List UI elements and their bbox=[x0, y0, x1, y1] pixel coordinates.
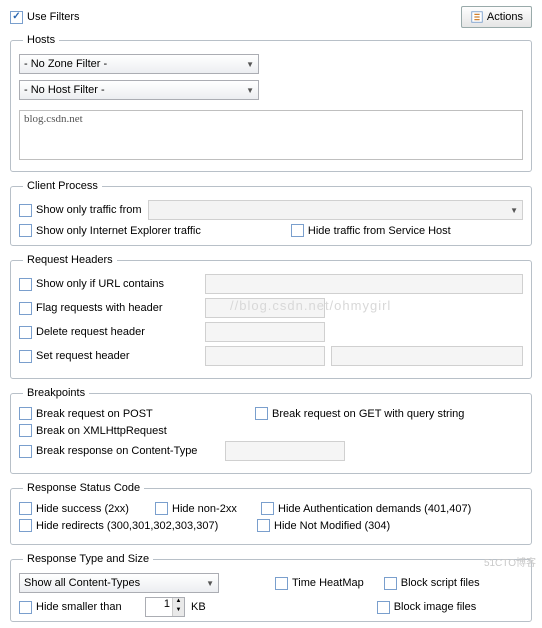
size-value: 1 bbox=[164, 598, 170, 610]
show-only-ie-checkbox[interactable] bbox=[19, 224, 32, 237]
host-filter-value: - No Host Filter - bbox=[24, 84, 105, 96]
break-post-label: Break request on POST bbox=[36, 408, 153, 420]
size-unit-label: KB bbox=[191, 601, 206, 613]
hide-auth-checkbox[interactable] bbox=[261, 502, 274, 515]
host-filter-select[interactable]: - No Host Filter - ▼ bbox=[19, 80, 259, 100]
hide-auth-label: Hide Authentication demands (401,407) bbox=[278, 503, 471, 515]
response-status-legend: Response Status Code bbox=[23, 482, 144, 494]
chevron-down-icon: ▼ bbox=[206, 579, 214, 588]
actions-button[interactable]: Actions bbox=[461, 6, 532, 28]
break-get-qs-checkbox[interactable] bbox=[255, 407, 268, 420]
show-only-url-label: Show only if URL contains bbox=[36, 278, 164, 290]
response-type-legend: Response Type and Size bbox=[23, 553, 153, 565]
request-headers-group: Request Headers Show only if URL contain… bbox=[10, 254, 532, 379]
hosts-textarea[interactable] bbox=[19, 110, 523, 160]
time-heatmap-label: Time HeatMap bbox=[292, 577, 364, 589]
set-header-name-input[interactable] bbox=[205, 346, 325, 366]
delete-header-label: Delete request header bbox=[36, 326, 145, 338]
break-xhr-checkbox[interactable] bbox=[19, 424, 32, 437]
set-header-value-input[interactable] bbox=[331, 346, 523, 366]
hide-smaller-checkbox[interactable] bbox=[19, 601, 32, 614]
breakpoints-legend: Breakpoints bbox=[23, 387, 89, 399]
break-ct-input[interactable] bbox=[225, 441, 345, 461]
time-heatmap-checkbox[interactable] bbox=[275, 577, 288, 590]
hide-service-host-checkbox[interactable] bbox=[291, 224, 304, 237]
flag-header-checkbox[interactable] bbox=[19, 302, 32, 315]
spin-down-icon[interactable]: ▼ bbox=[172, 607, 184, 616]
spin-up-icon[interactable]: ▲ bbox=[172, 598, 184, 607]
hide-2xx-label: Hide success (2xx) bbox=[36, 503, 129, 515]
hosts-group: Hosts - No Zone Filter - ▼ - No Host Fil… bbox=[10, 34, 532, 172]
hide-2xx-checkbox[interactable] bbox=[19, 502, 32, 515]
breakpoints-group: Breakpoints Break request on POST Break … bbox=[10, 387, 532, 474]
show-only-url-input[interactable] bbox=[205, 274, 523, 294]
actions-label: Actions bbox=[487, 11, 523, 23]
break-get-qs-label: Break request on GET with query string bbox=[272, 408, 464, 420]
hide-notmod-label: Hide Not Modified (304) bbox=[274, 520, 390, 532]
show-only-url-checkbox[interactable] bbox=[19, 278, 32, 291]
hosts-legend: Hosts bbox=[23, 34, 59, 46]
hide-non2xx-checkbox[interactable] bbox=[155, 502, 168, 515]
hide-redirects-checkbox[interactable] bbox=[19, 519, 32, 532]
break-post-checkbox[interactable] bbox=[19, 407, 32, 420]
hide-smaller-label: Hide smaller than bbox=[36, 601, 122, 613]
set-header-checkbox[interactable] bbox=[19, 350, 32, 363]
break-ct-label: Break response on Content-Type bbox=[36, 445, 197, 457]
client-process-legend: Client Process bbox=[23, 180, 102, 192]
client-process-group: Client Process Show only traffic from ▼ … bbox=[10, 180, 532, 246]
delete-header-input[interactable] bbox=[205, 322, 325, 342]
show-only-from-checkbox[interactable] bbox=[19, 204, 32, 217]
block-scripts-label: Block script files bbox=[401, 577, 480, 589]
zone-filter-select[interactable]: - No Zone Filter - ▼ bbox=[19, 54, 259, 74]
hide-service-host-label: Hide traffic from Service Host bbox=[308, 225, 451, 237]
actions-icon bbox=[470, 10, 484, 24]
size-spinner[interactable]: 1 ▲▼ bbox=[145, 597, 185, 617]
set-header-label: Set request header bbox=[36, 350, 130, 362]
chevron-down-icon: ▼ bbox=[246, 86, 254, 95]
delete-header-checkbox[interactable] bbox=[19, 326, 32, 339]
break-xhr-label: Break on XMLHttpRequest bbox=[36, 425, 167, 437]
use-filters-label: Use Filters bbox=[27, 11, 80, 23]
content-types-value: Show all Content-Types bbox=[24, 577, 140, 589]
hide-non2xx-label: Hide non-2xx bbox=[172, 503, 237, 515]
watermark-side: 51CTO博客 bbox=[484, 554, 536, 569]
request-headers-legend: Request Headers bbox=[23, 254, 117, 266]
show-only-ie-label: Show only Internet Explorer traffic bbox=[36, 225, 201, 237]
block-images-label: Block image files bbox=[394, 601, 477, 613]
hide-redirects-label: Hide redirects (300,301,302,303,307) bbox=[36, 520, 218, 532]
hide-notmod-checkbox[interactable] bbox=[257, 519, 270, 532]
block-scripts-checkbox[interactable] bbox=[384, 577, 397, 590]
show-only-from-label: Show only traffic from bbox=[36, 204, 142, 216]
use-filters-checkbox[interactable] bbox=[10, 11, 23, 24]
content-types-select[interactable]: Show all Content-Types ▼ bbox=[19, 573, 219, 593]
block-images-checkbox[interactable] bbox=[377, 601, 390, 614]
chevron-down-icon: ▼ bbox=[246, 60, 254, 69]
flag-header-label: Flag requests with header bbox=[36, 302, 163, 314]
zone-filter-value: - No Zone Filter - bbox=[24, 58, 107, 70]
flag-header-input[interactable] bbox=[205, 298, 325, 318]
response-type-group: Response Type and Size Show all Content-… bbox=[10, 553, 532, 622]
process-select[interactable]: ▼ bbox=[148, 200, 523, 220]
response-status-group: Response Status Code Hide success (2xx) … bbox=[10, 482, 532, 545]
break-ct-checkbox[interactable] bbox=[19, 445, 32, 458]
chevron-down-icon: ▼ bbox=[510, 206, 518, 215]
